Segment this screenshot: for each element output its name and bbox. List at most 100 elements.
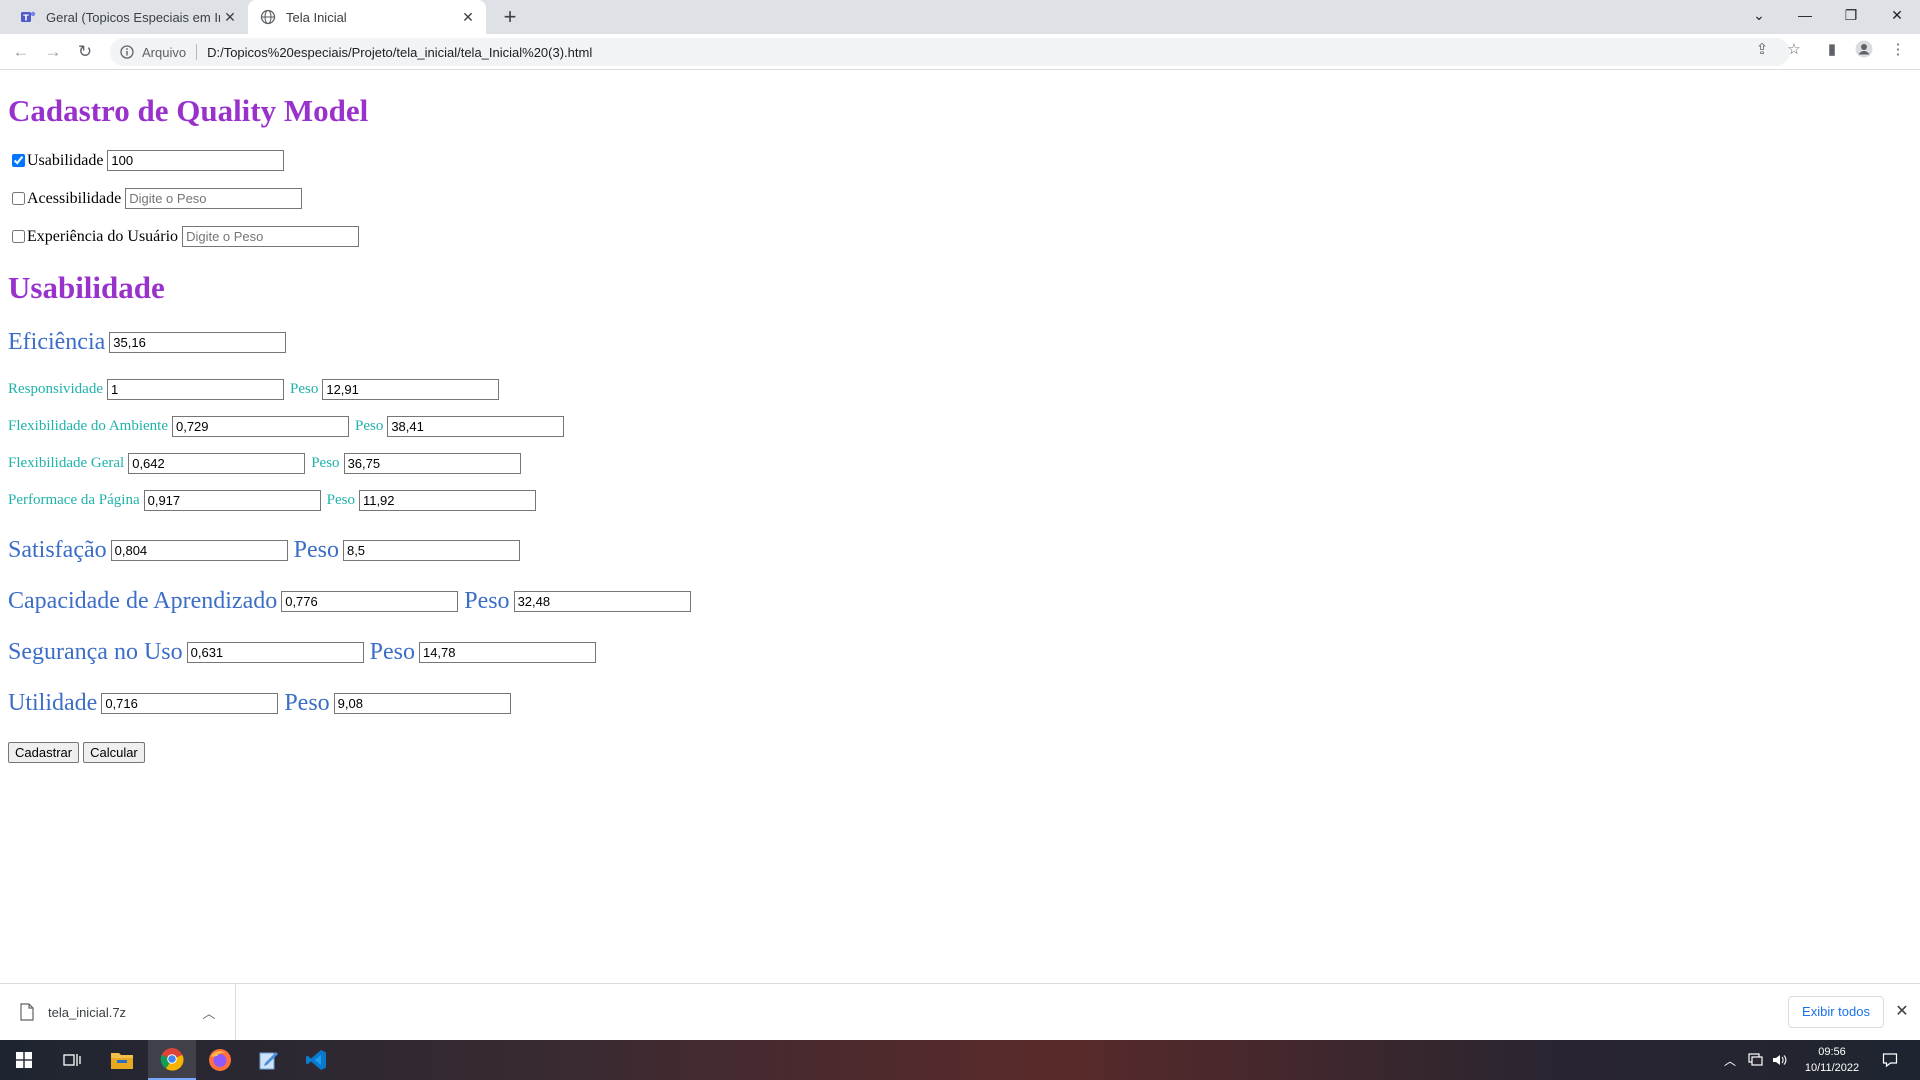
utilidade-row: Utilidade Peso [8, 690, 511, 717]
satisfacao-peso-input[interactable] [342, 540, 520, 561]
restore-icon[interactable]: ❐ [1828, 0, 1874, 30]
responsividade-input[interactable] [107, 379, 284, 400]
experiencia-checkbox[interactable] [12, 230, 25, 243]
experiencia-peso-input[interactable] [182, 226, 360, 247]
peso-label: Peso [464, 588, 510, 614]
chevron-up-icon[interactable]: ︿ [199, 1003, 219, 1022]
tab-teams[interactable]: T Geral (Topicos Especiais em Infor ✕ [8, 0, 248, 34]
flexibilidade-geral-input[interactable] [128, 453, 306, 474]
flexibilidade-ambiente-input[interactable] [171, 416, 349, 437]
peso-label: Peso [326, 492, 355, 508]
flexibilidade-geral-label: Flexibilidade Geral [8, 455, 125, 471]
back-icon[interactable]: ← [8, 40, 34, 64]
show-all-button[interactable]: Exibir todos [1788, 996, 1884, 1028]
usabilidade-label: Usabilidade [27, 151, 104, 169]
eficiencia-input[interactable] [109, 332, 287, 353]
task-view-icon[interactable] [48, 1040, 96, 1080]
responsividade-peso-input[interactable] [322, 379, 500, 400]
experiencia-label: Experiência do Usuário [27, 227, 179, 245]
model-row-usabilidade: Usabilidade [8, 150, 285, 171]
peso-label: Peso [369, 639, 415, 665]
flexibilidade-geral-peso-input[interactable] [343, 453, 521, 474]
divider [196, 44, 198, 60]
peso-label: Peso [290, 381, 319, 397]
download-file-name: tela_inicial.7z [48, 1004, 127, 1020]
satisfacao-input[interactable] [110, 540, 288, 561]
windows-taskbar: ︿ 09:56 10/11/2022 [0, 1040, 1920, 1080]
performace-pagina-peso-input[interactable] [358, 490, 536, 511]
tab-search-icon[interactable]: ⌄ [1736, 0, 1782, 30]
calcular-button[interactable]: Calcular [83, 742, 145, 763]
capacidade-aprendizado-row: Capacidade de Aprendizado Peso [8, 588, 691, 615]
satisfacao-row: Satisfação Peso [8, 537, 520, 564]
close-tab-icon[interactable]: ✕ [220, 9, 240, 26]
network-icon[interactable] [1748, 1040, 1764, 1080]
firefox-icon[interactable] [196, 1040, 244, 1080]
tab-title: Tela Inicial [286, 9, 347, 25]
address-bar[interactable]: Arquivo D:/Topicos%20especiais/Projeto/t… [110, 38, 1790, 66]
share-icon[interactable]: ⇪ [1750, 40, 1774, 58]
bookmark-star-icon[interactable]: ☆ [1782, 40, 1806, 58]
download-item[interactable]: tela_inicial.7z ︿ [0, 984, 236, 1040]
utilidade-peso-input[interactable] [333, 693, 511, 714]
acessibilidade-label: Acessibilidade [27, 189, 122, 207]
tray-chevron-up-icon[interactable]: ︿ [1724, 1040, 1736, 1080]
file-icon [20, 1003, 34, 1021]
responsividade-label: Responsividade [8, 381, 103, 397]
eficiencia-label: Eficiência [8, 329, 106, 355]
model-row-experiencia: Experiência do Usuário [8, 226, 360, 247]
seguranca-uso-peso-input[interactable] [418, 642, 596, 663]
close-tab-icon[interactable]: ✕ [458, 9, 478, 26]
reload-icon[interactable]: ↻ [72, 40, 98, 64]
flexibilidade-ambiente-peso-input[interactable] [387, 416, 565, 437]
browser-toolbar: ← → ↻ Arquivo D:/Topicos%20especiais/Pro… [0, 34, 1920, 70]
capacidade-aprendizado-input[interactable] [281, 591, 459, 612]
acessibilidade-checkbox[interactable] [12, 192, 25, 205]
model-row-acessibilidade: Acessibilidade [8, 188, 303, 209]
close-icon[interactable]: ✕ [1890, 998, 1914, 1026]
vscode-icon[interactable] [292, 1040, 340, 1080]
file-explorer-icon[interactable] [98, 1040, 146, 1080]
side-panel-icon[interactable]: ▮ [1820, 40, 1844, 58]
cadastrar-button[interactable]: Cadastrar [8, 742, 80, 763]
performace-pagina-input[interactable] [143, 490, 321, 511]
chrome-icon[interactable] [148, 1040, 196, 1080]
new-tab-button[interactable]: + [496, 4, 524, 30]
info-icon[interactable] [118, 43, 136, 61]
seguranca-uso-input[interactable] [186, 642, 364, 663]
close-window-icon[interactable]: ✕ [1874, 0, 1920, 30]
performace-pagina-row: Performace da Página Peso [8, 490, 536, 511]
menu-kebab-icon[interactable]: ⋮ [1886, 40, 1910, 58]
scheme-label: Arquivo [142, 44, 187, 60]
tab-title: Geral (Topicos Especiais em Infor [46, 9, 220, 25]
usabilidade-peso-input[interactable] [107, 150, 285, 171]
page-content: Cadastro de Quality Model Usabilidade Ac… [0, 71, 1920, 983]
performace-pagina-label: Performace da Página [8, 492, 140, 508]
flexibilidade-geral-row: Flexibilidade Geral Peso [8, 453, 521, 474]
clock-time: 09:56 [1818, 1046, 1846, 1058]
url-text[interactable]: D:/Topicos%20especiais/Projeto/tela_inic… [207, 45, 592, 60]
page-title: Cadastro de Quality Model [8, 93, 369, 128]
globe-icon [260, 9, 276, 25]
capacidade-aprendizado-peso-input[interactable] [513, 591, 691, 612]
eficiencia-row: Eficiência [8, 329, 287, 356]
notifications-icon[interactable] [1882, 1040, 1898, 1080]
tab-tela-inicial[interactable]: Tela Inicial ✕ [248, 0, 486, 34]
acessibilidade-peso-input[interactable] [125, 188, 303, 209]
minimize-icon[interactable]: — [1782, 0, 1828, 30]
volume-icon[interactable] [1772, 1040, 1788, 1080]
forward-icon[interactable]: → [40, 40, 66, 64]
usabilidade-checkbox[interactable] [12, 154, 25, 167]
peso-label: Peso [311, 455, 340, 471]
profile-avatar-icon[interactable] [1852, 40, 1876, 62]
download-bar: tela_inicial.7z ︿ Exibir todos ✕ [0, 983, 1920, 1040]
capacidade-aprendizado-label: Capacidade de Aprendizado [8, 588, 278, 614]
taskbar-clock[interactable]: 09:56 10/11/2022 [1792, 1044, 1872, 1076]
utilidade-label: Utilidade [8, 690, 98, 716]
windows-start-icon[interactable] [0, 1040, 48, 1080]
utilidade-input[interactable] [101, 693, 279, 714]
peso-label: Peso [354, 418, 384, 434]
peso-label: Peso [284, 690, 330, 716]
clock-date: 10/11/2022 [1804, 1062, 1860, 1074]
notepad-app-icon[interactable] [244, 1040, 292, 1080]
